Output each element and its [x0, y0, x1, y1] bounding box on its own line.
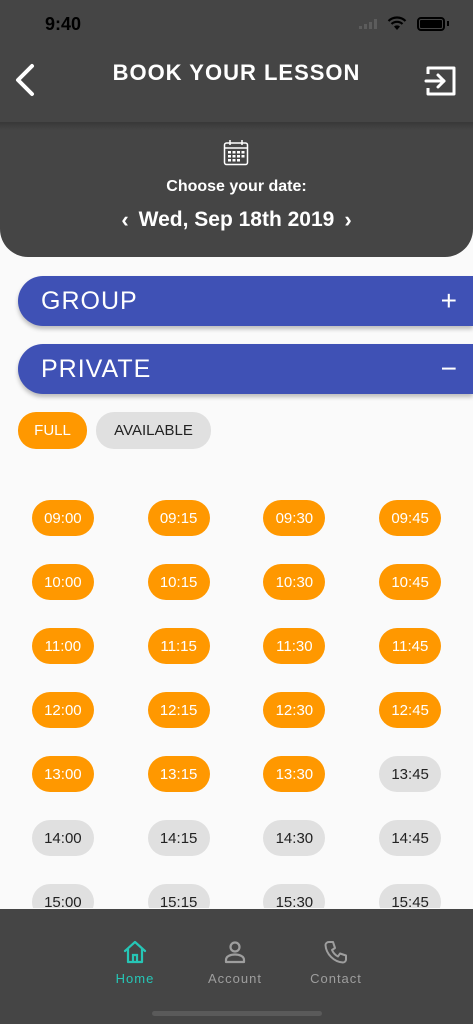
time-slot-0930[interactable]: 09:30	[263, 500, 326, 536]
signal-icon	[359, 18, 377, 29]
nav-account-label: Account	[208, 971, 262, 986]
time-slot-1315[interactable]: 13:15	[147, 756, 210, 792]
time-slot-1030[interactable]: 10:30	[263, 564, 326, 600]
time-slot-1400[interactable]: 14:00	[31, 820, 94, 856]
time-slot-1145[interactable]: 11:45	[379, 628, 442, 664]
time-slot-1300[interactable]: 13:00	[31, 756, 94, 792]
home-icon	[123, 940, 147, 964]
time-slot-1345[interactable]: 13:45	[379, 756, 442, 792]
battery-tip	[447, 21, 449, 26]
time-slot-1415[interactable]: 14:15	[147, 820, 210, 856]
expand-icon[interactable]: +	[441, 287, 457, 315]
time-slot-1515[interactable]: 15:15	[147, 884, 210, 908]
time-slot-1545[interactable]: 15:45	[379, 884, 442, 908]
time-slot-1015[interactable]: 10:15	[147, 564, 210, 600]
nav-home-label: Home	[115, 971, 155, 986]
time-slot-1100[interactable]: 11:00	[31, 628, 94, 664]
time-slot-1000[interactable]: 10:00	[31, 564, 94, 600]
time-slot-1215[interactable]: 12:15	[147, 692, 210, 728]
time-slot-1045[interactable]: 10:45	[379, 564, 442, 600]
page-title: BOOK YOUR LESSON	[112, 60, 361, 85]
time-slot-1330[interactable]: 13:30	[263, 756, 326, 792]
legend-full-chip: FULL	[18, 412, 87, 449]
time-slot-1115[interactable]: 11:15	[147, 628, 210, 664]
time-slot-1445[interactable]: 14:45	[379, 820, 442, 856]
nav-contact[interactable]: Contact	[296, 939, 376, 986]
time-slot-1245[interactable]: 12:45	[379, 692, 442, 728]
selected-date[interactable]: Wed, Sep 18th 2019	[139, 208, 335, 232]
status-legend: FULL AVAILABLE	[18, 412, 211, 449]
time-slot-0915[interactable]: 09:15	[147, 500, 210, 536]
status-icons	[359, 16, 449, 31]
wifi-icon	[387, 16, 407, 30]
collapse-icon[interactable]: −	[441, 355, 457, 383]
time-slot-1430[interactable]: 14:30	[263, 820, 326, 856]
time-slot-0945[interactable]: 09:45	[379, 500, 442, 536]
time-slot-grid: 09:00 09:15 09:30 09:45 10:00 10:15 10:30 10:45…	[5, 500, 468, 908]
phone-icon	[324, 941, 347, 964]
nav-home[interactable]: Home	[95, 939, 175, 986]
time-slot-1230[interactable]: 12:30	[263, 692, 326, 728]
prev-date-button[interactable]: ‹	[121, 207, 128, 233]
home-indicator[interactable]	[152, 1011, 322, 1016]
battery-icon	[417, 16, 445, 31]
next-date-button[interactable]: ›	[344, 207, 351, 233]
status-time: 9:40	[45, 14, 82, 34]
bottom-nav: Home Account Contact	[0, 909, 473, 1024]
topbar-shadow	[0, 122, 473, 130]
group-section-label: GROUP	[41, 286, 138, 315]
time-slot-0900[interactable]: 09:00	[31, 500, 94, 536]
time-slot-1200[interactable]: 12:00	[31, 692, 94, 728]
private-section-label: PRIVATE	[41, 354, 152, 383]
group-section-bar[interactable]: GROUP +	[18, 276, 473, 326]
person-icon	[224, 941, 246, 964]
date-selector: ‹ Wed, Sep 18th 2019 ›	[0, 207, 473, 233]
nav-account[interactable]: Account	[195, 939, 275, 986]
logout-icon[interactable]	[424, 64, 458, 98]
legend-available-chip: AVAILABLE	[96, 412, 211, 449]
time-slot-1530[interactable]: 15:30	[263, 884, 326, 908]
nav-contact-label: Contact	[310, 971, 362, 986]
time-slot-1500[interactable]: 15:00	[31, 884, 94, 908]
date-caption: Choose your date:	[166, 178, 307, 195]
time-slot-1130[interactable]: 11:30	[263, 628, 326, 664]
private-section-bar[interactable]: PRIVATE −	[18, 344, 473, 394]
calendar-icon[interactable]	[223, 139, 249, 166]
